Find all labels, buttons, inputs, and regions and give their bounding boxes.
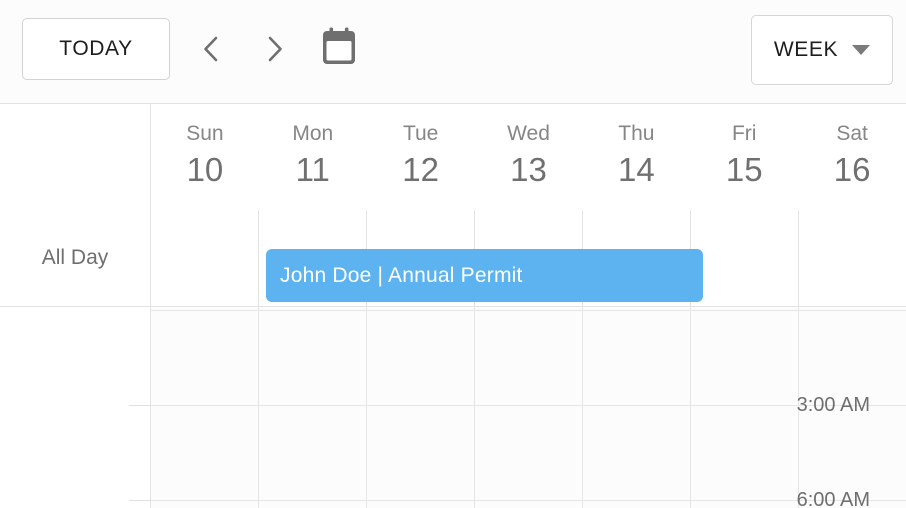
day-name: Thu — [618, 122, 655, 145]
time-grid: 3:00 AM 6:00 AM — [0, 307, 906, 508]
time-column-sun[interactable] — [151, 307, 259, 508]
all-day-cell-sat[interactable] — [799, 210, 906, 306]
day-header-fri[interactable]: Fri 15 — [690, 104, 798, 210]
all-day-label: All Day — [0, 210, 151, 306]
day-header-columns: Sun 10 Mon 11 Tue 12 Wed 13 Thu 14 Fri 1… — [151, 104, 906, 210]
time-tick — [129, 500, 151, 501]
view-selector-dropdown[interactable]: WEEK — [751, 15, 893, 85]
day-header-sun[interactable]: Sun 10 — [151, 104, 259, 210]
time-column-mon[interactable] — [259, 307, 367, 508]
day-name: Sat — [836, 122, 868, 145]
time-column-tue[interactable] — [367, 307, 475, 508]
time-tick — [129, 405, 151, 406]
view-selector-label: WEEK — [773, 38, 839, 61]
calendar-toolbar: TODAY WEEK — [0, 0, 906, 104]
next-period-button[interactable] — [251, 25, 299, 73]
time-column-fri[interactable] — [691, 307, 799, 508]
time-label-3am: 3:00 AM — [796, 394, 870, 416]
chevron-right-icon — [262, 34, 288, 64]
day-number: 10 — [186, 151, 224, 188]
previous-period-button[interactable] — [187, 25, 235, 73]
time-grid-columns — [151, 307, 906, 508]
day-header-thu[interactable]: Thu 14 — [582, 104, 690, 210]
time-gridline — [151, 310, 906, 311]
time-gridline — [151, 500, 906, 501]
time-gutter — [0, 307, 151, 508]
chevron-left-icon — [198, 34, 224, 64]
day-header-tue[interactable]: Tue 12 — [367, 104, 475, 210]
time-column-thu[interactable] — [583, 307, 691, 508]
day-number: 15 — [725, 151, 763, 188]
day-name: Wed — [507, 122, 550, 145]
day-name: Sun — [186, 122, 224, 145]
today-button-label: TODAY — [59, 37, 133, 60]
day-header-gutter — [0, 104, 151, 210]
day-number: 11 — [295, 151, 330, 188]
day-number: 12 — [402, 151, 439, 188]
day-header-row: Sun 10 Mon 11 Tue 12 Wed 13 Thu 14 Fri 1… — [0, 104, 906, 210]
chevron-down-icon — [852, 45, 871, 55]
day-name: Fri — [731, 122, 757, 145]
all-day-event[interactable]: John Doe | Annual Permit — [266, 249, 703, 302]
date-picker-button[interactable] — [315, 25, 363, 73]
day-name: Mon — [292, 122, 334, 145]
time-column-wed[interactable] — [475, 307, 583, 508]
day-header-wed[interactable]: Wed 13 — [475, 104, 583, 210]
day-number: 14 — [618, 151, 655, 188]
all-day-event-title: John Doe | Annual Permit — [280, 263, 523, 287]
day-name: Tue — [402, 122, 439, 145]
all-day-cell-sun[interactable] — [151, 210, 259, 306]
day-number: 13 — [510, 151, 547, 188]
day-header-sat[interactable]: Sat 16 — [798, 104, 906, 210]
calendar-today-icon — [319, 26, 359, 73]
calendar-app: TODAY WEEK Sun 10 Mon 11 Tue 12 Wed 13 T… — [0, 0, 906, 508]
time-label-6am: 6:00 AM — [796, 489, 870, 508]
today-button[interactable]: TODAY — [22, 18, 170, 80]
time-gridline — [151, 405, 906, 406]
day-number: 16 — [833, 151, 871, 188]
all-day-cell-fri[interactable] — [691, 210, 799, 306]
day-header-mon[interactable]: Mon 11 — [259, 104, 367, 210]
